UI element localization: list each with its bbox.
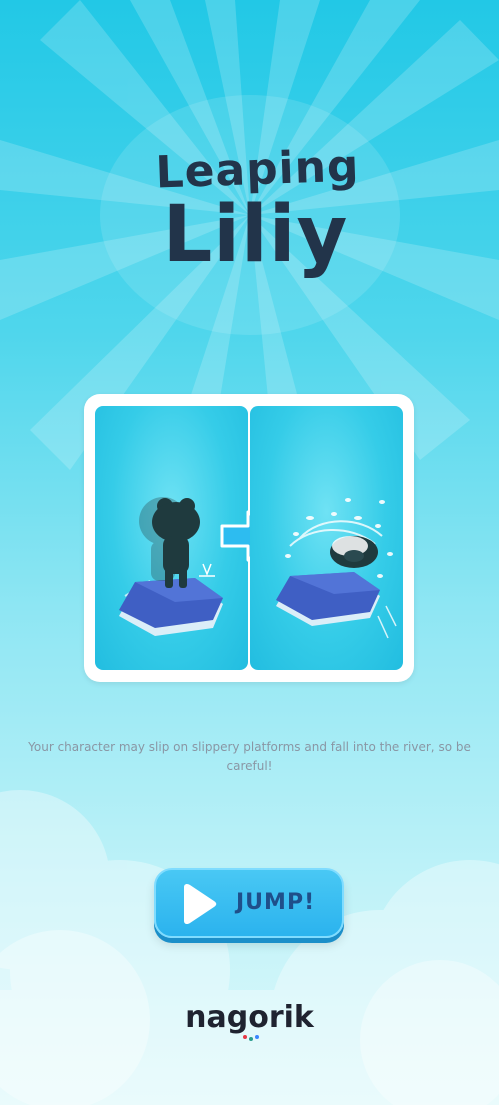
character-falling-illustration xyxy=(276,498,397,639)
brand-name: nagorik xyxy=(185,1000,314,1035)
brand-logo: nagorik xyxy=(0,1000,499,1035)
jump-button[interactable]: JUMP! xyxy=(154,868,344,938)
game-title-line2: Liliy xyxy=(162,190,349,280)
play-icon xyxy=(184,883,217,925)
tutorial-card xyxy=(84,394,414,682)
game-title: Leaping Liliy xyxy=(0,140,499,280)
tutorial-panel-after xyxy=(250,406,403,670)
tutorial-description: Your character may slip on slippery plat… xyxy=(28,740,471,773)
jump-button-label: JUMP! xyxy=(236,890,316,915)
brand-logo-dots xyxy=(243,1035,259,1041)
